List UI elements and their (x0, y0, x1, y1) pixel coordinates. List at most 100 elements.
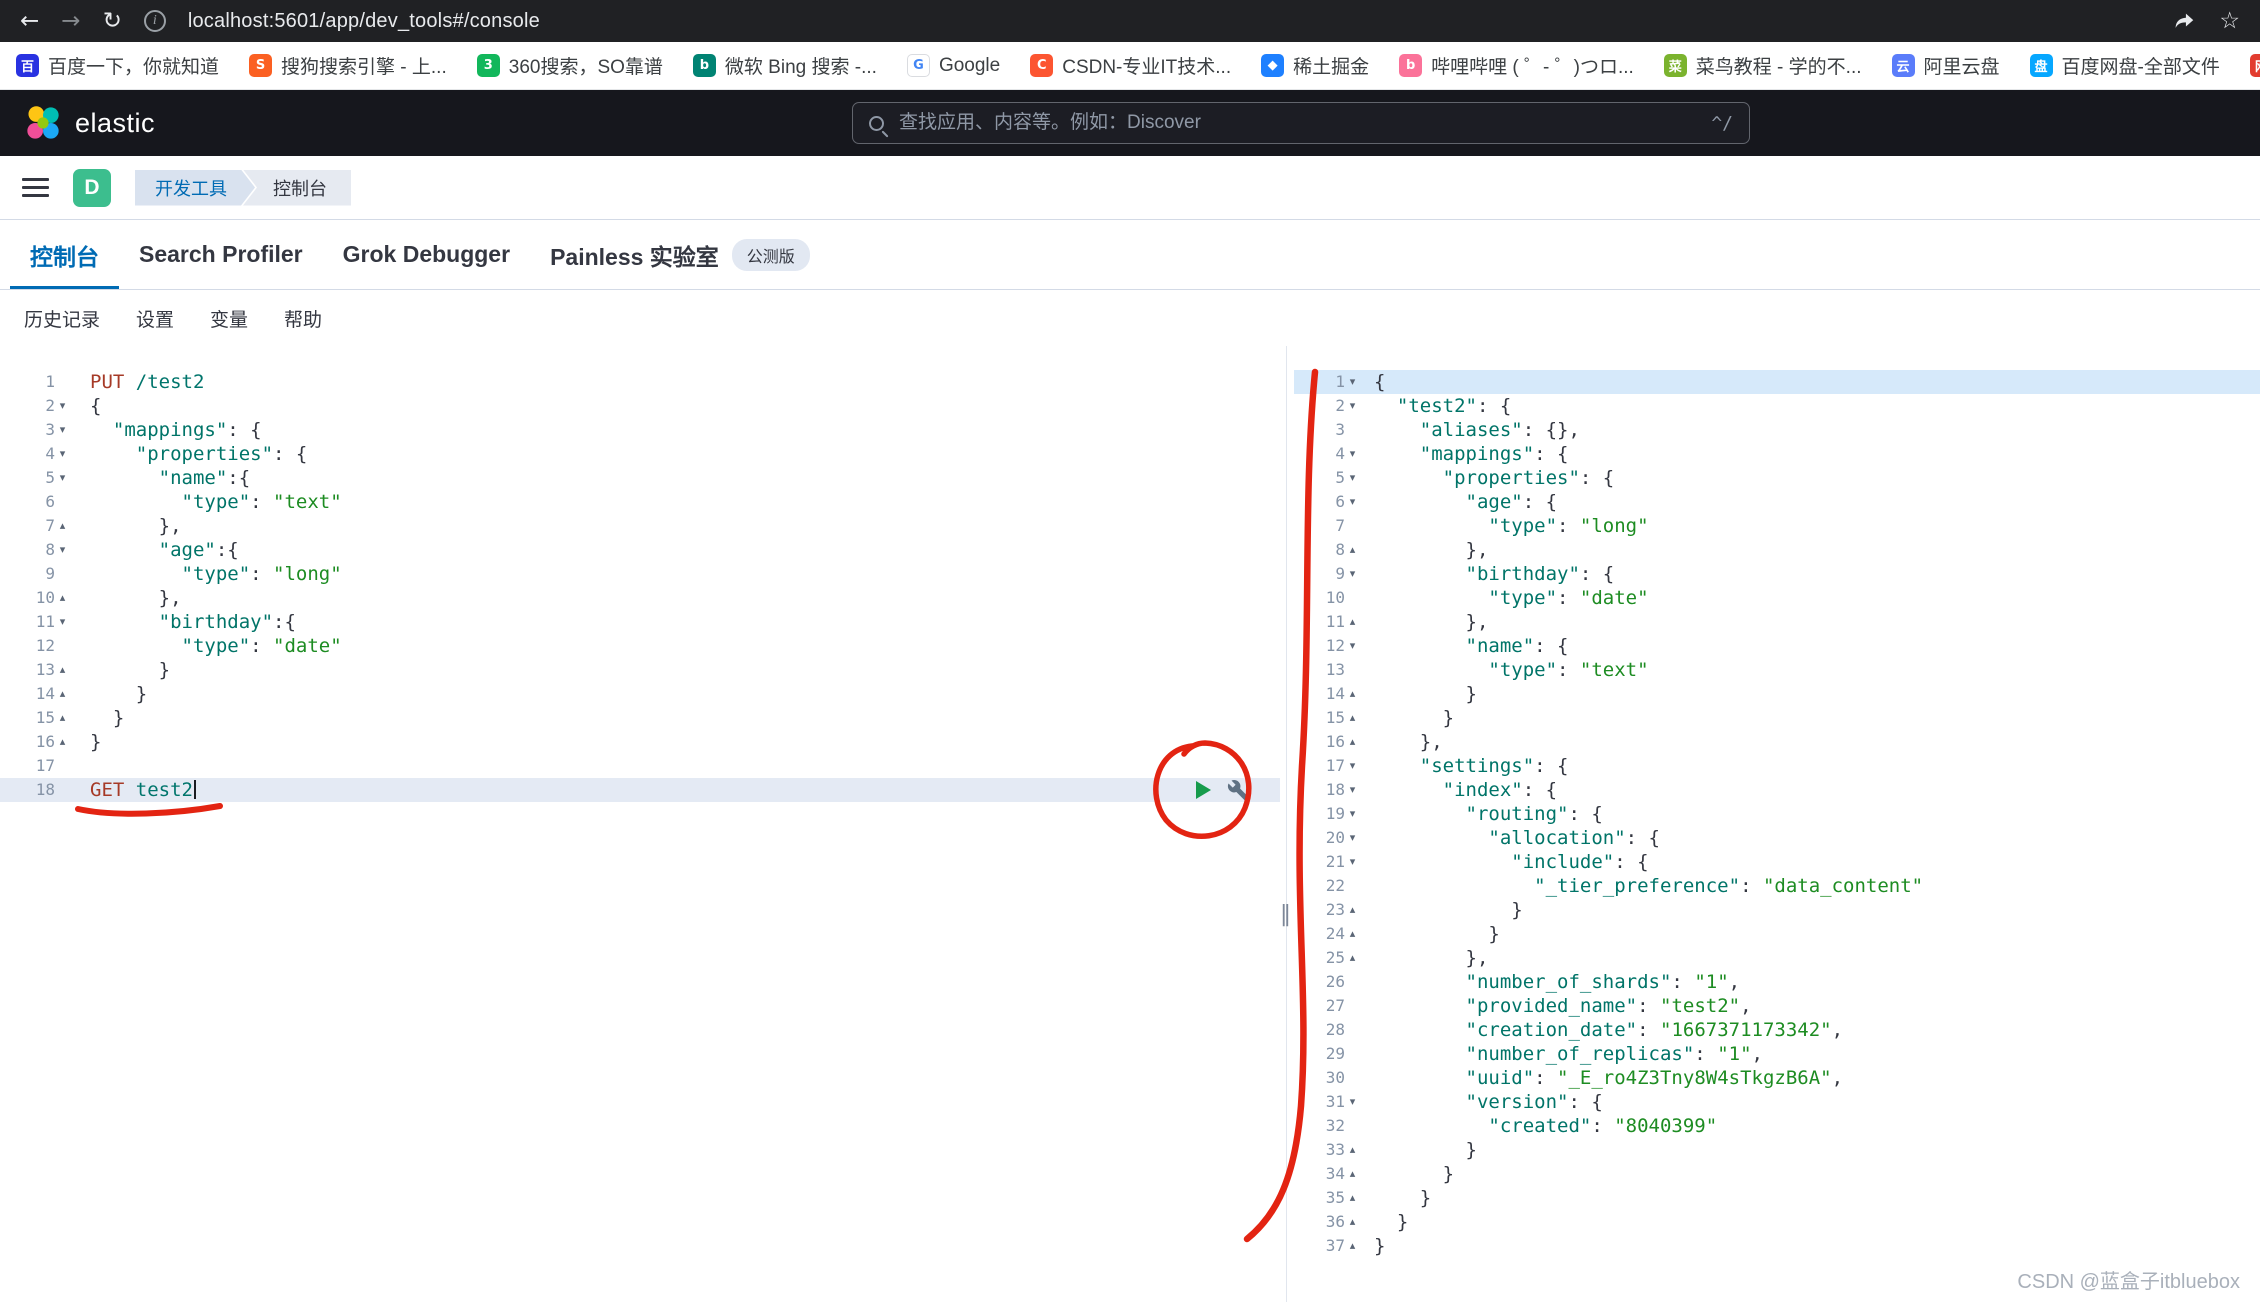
breadcrumb-dev-tools[interactable]: 开发工具 (135, 170, 255, 206)
response-line[interactable]: 4 ▾ "mappings": { (1294, 442, 2260, 466)
fold-caret-icon[interactable]: ▾ (55, 442, 70, 466)
response-line[interactable]: 27 "provided_name": "test2", (1294, 994, 2260, 1018)
response-line[interactable]: 5 ▾ "properties": { (1294, 466, 2260, 490)
site-info-icon[interactable]: i (143, 10, 166, 32)
request-line[interactable]: 2 ▾ { (0, 394, 1280, 418)
space-avatar[interactable]: D (73, 168, 111, 207)
request-line[interactable]: 5 ▾ "name":{ (0, 466, 1280, 490)
share-icon[interactable] (2173, 10, 2197, 32)
menu-variables[interactable]: 变量 (210, 305, 248, 332)
fold-caret-icon[interactable]: ▴ (1345, 946, 1360, 970)
response-line[interactable]: 8 ▴ }, (1294, 538, 2260, 562)
response-line[interactable]: 20 ▾ "allocation": { (1294, 826, 2260, 850)
fold-caret-icon[interactable]: ▾ (55, 610, 70, 634)
request-line[interactable]: 6 "type": "text" (0, 490, 1280, 514)
bookmark-item[interactable]: 云阿里云盘 (1891, 52, 2000, 79)
fold-caret-icon[interactable]: ▴ (1345, 706, 1360, 730)
back-icon[interactable]: ← (20, 9, 39, 33)
request-line[interactable]: 4 ▾ "properties": { (0, 442, 1280, 466)
elastic-logo-icon[interactable] (24, 105, 62, 141)
forward-icon[interactable]: → (61, 9, 80, 33)
menu-help[interactable]: 帮助 (284, 305, 322, 332)
request-line[interactable]: 7 ▴ }, (0, 514, 1280, 538)
response-line[interactable]: 33 ▴ } (1294, 1138, 2260, 1162)
response-line[interactable]: 26 "number_of_shards": "1", (1294, 970, 2260, 994)
fold-caret-icon[interactable]: ▾ (1345, 562, 1360, 586)
fold-caret-icon[interactable]: ▾ (1345, 826, 1360, 850)
bookmark-item[interactable]: b 哔哩哔哩 ( ゜- ゜)つロ... (1399, 52, 1634, 79)
active-request-line[interactable]: 18 GET test2 (0, 778, 1280, 802)
response-line[interactable]: 9 ▾ "birthday": { (1294, 562, 2260, 586)
tab-painless-lab[interactable]: Painless 实验室 公测版 (530, 220, 830, 289)
response-line[interactable]: 23 ▴ } (1294, 898, 2260, 922)
request-line[interactable]: 10 ▴ }, (0, 586, 1280, 610)
bookmark-item[interactable]: 百百度一下，你就知道 (16, 52, 219, 79)
response-line[interactable]: 19 ▾ "routing": { (1294, 802, 2260, 826)
menu-history[interactable]: 历史记录 (24, 305, 100, 332)
bookmark-item[interactable]: G Google (906, 54, 1000, 77)
response-line[interactable]: 29 "number_of_replicas": "1", (1294, 1042, 2260, 1066)
fold-caret-icon[interactable]: ▴ (1345, 898, 1360, 922)
request-line[interactable]: 17 (0, 754, 1280, 778)
bookmark-item[interactable]: 盘百度网盘-全部文件 (2029, 52, 2220, 79)
request-line[interactable]: 1 PUT /test2 (0, 370, 1280, 394)
fold-caret-icon[interactable]: ▾ (1345, 754, 1360, 778)
fold-caret-icon[interactable]: ▾ (1345, 370, 1360, 394)
fold-caret-icon[interactable]: ▾ (1345, 466, 1360, 490)
fold-caret-icon[interactable]: ▴ (55, 706, 70, 730)
response-line[interactable]: 3 "aliases": {}, (1294, 418, 2260, 442)
fold-caret-icon[interactable]: ▾ (1345, 778, 1360, 802)
request-line[interactable]: 3 ▾ "mappings": { (0, 418, 1280, 442)
response-line[interactable]: 30 "uuid": "_E_ro4Z3Tny8W4sTkgzB6A", (1294, 1066, 2260, 1090)
fold-caret-icon[interactable]: ▴ (1345, 1234, 1360, 1258)
send-request-button[interactable] (1196, 781, 1211, 799)
response-line[interactable]: 16 ▴ }, (1294, 730, 2260, 754)
request-line[interactable]: 12 "type": "date" (0, 634, 1280, 658)
response-line[interactable]: 7 "type": "long" (1294, 514, 2260, 538)
fold-caret-icon[interactable]: ▴ (55, 658, 70, 682)
fold-caret-icon[interactable]: ▾ (1345, 634, 1360, 658)
response-line[interactable]: 13 "type": "text" (1294, 658, 2260, 682)
fold-caret-icon[interactable]: ▾ (1345, 490, 1360, 514)
response-line[interactable]: 12 ▾ "name": { (1294, 634, 2260, 658)
fold-caret-icon[interactable]: ▴ (55, 586, 70, 610)
bookmark-item[interactable]: ◆ 稀土掘金 (1261, 52, 1369, 79)
fold-caret-icon[interactable]: ▴ (1345, 1186, 1360, 1210)
menu-icon[interactable] (22, 178, 49, 197)
bookmark-item[interactable]: S 搜狗搜索引擎 - 上... (249, 52, 447, 79)
response-line[interactable]: 6 ▾ "age": { (1294, 490, 2260, 514)
bookmark-item[interactable]: b 微软 Bing 搜索 -... (692, 52, 877, 79)
fold-caret-icon[interactable]: ▾ (1345, 850, 1360, 874)
fold-caret-icon[interactable]: ▴ (1345, 610, 1360, 634)
request-editor[interactable]: 1 PUT /test2 2 ▾{3 ▾ "mappings": {4 ▾ "proper… (0, 346, 1280, 1302)
response-line[interactable]: 25 ▴ }, (1294, 946, 2260, 970)
response-line[interactable]: 32 "created": "8040399" (1294, 1114, 2260, 1138)
response-line[interactable]: 14 ▴ } (1294, 682, 2260, 706)
request-line[interactable]: 13 ▴ } (0, 658, 1280, 682)
response-line[interactable]: 10 "type": "date" (1294, 586, 2260, 610)
fold-caret-icon[interactable]: ▾ (1345, 394, 1360, 418)
request-line[interactable]: 11 ▾ "birthday":{ (0, 610, 1280, 634)
bookmark-item[interactable]: 3 360搜索，SO靠谱 (476, 52, 663, 79)
menu-settings[interactable]: 设置 (136, 305, 174, 332)
global-search-input[interactable] (897, 111, 1699, 135)
response-viewer[interactable]: 1 ▾{2 ▾ "test2": {3 "aliases": {}, 4 ▾ "mapp… (1294, 346, 2260, 1302)
response-line[interactable]: 15 ▴ } (1294, 706, 2260, 730)
response-line[interactable]: 36 ▴ } (1294, 1210, 2260, 1234)
fold-caret-icon[interactable]: ▾ (55, 538, 70, 562)
fold-caret-icon[interactable]: ▴ (1345, 1210, 1360, 1234)
global-search[interactable]: ^/ (852, 102, 1750, 144)
fold-caret-icon[interactable]: ▴ (1345, 1138, 1360, 1162)
response-line[interactable]: 18 ▾ "index": { (1294, 778, 2260, 802)
divider-grip-icon[interactable]: ‖ (1280, 902, 1291, 927)
response-line[interactable]: 31 ▾ "version": { (1294, 1090, 2260, 1114)
fold-caret-icon[interactable]: ▴ (1345, 730, 1360, 754)
bookmark-item[interactable]: 菜菜鸟教程 - 学的不... (1663, 52, 1862, 79)
response-line[interactable]: 35 ▴ } (1294, 1186, 2260, 1210)
request-options-icon[interactable] (1227, 779, 1250, 802)
fold-caret-icon[interactable]: ▴ (55, 682, 70, 706)
request-line[interactable]: 14 ▴ } (0, 682, 1280, 706)
pane-divider[interactable]: ‖ (1280, 346, 1294, 1302)
request-line[interactable]: 8 ▾ "age":{ (0, 538, 1280, 562)
request-line[interactable]: 16 ▴} (0, 730, 1280, 754)
